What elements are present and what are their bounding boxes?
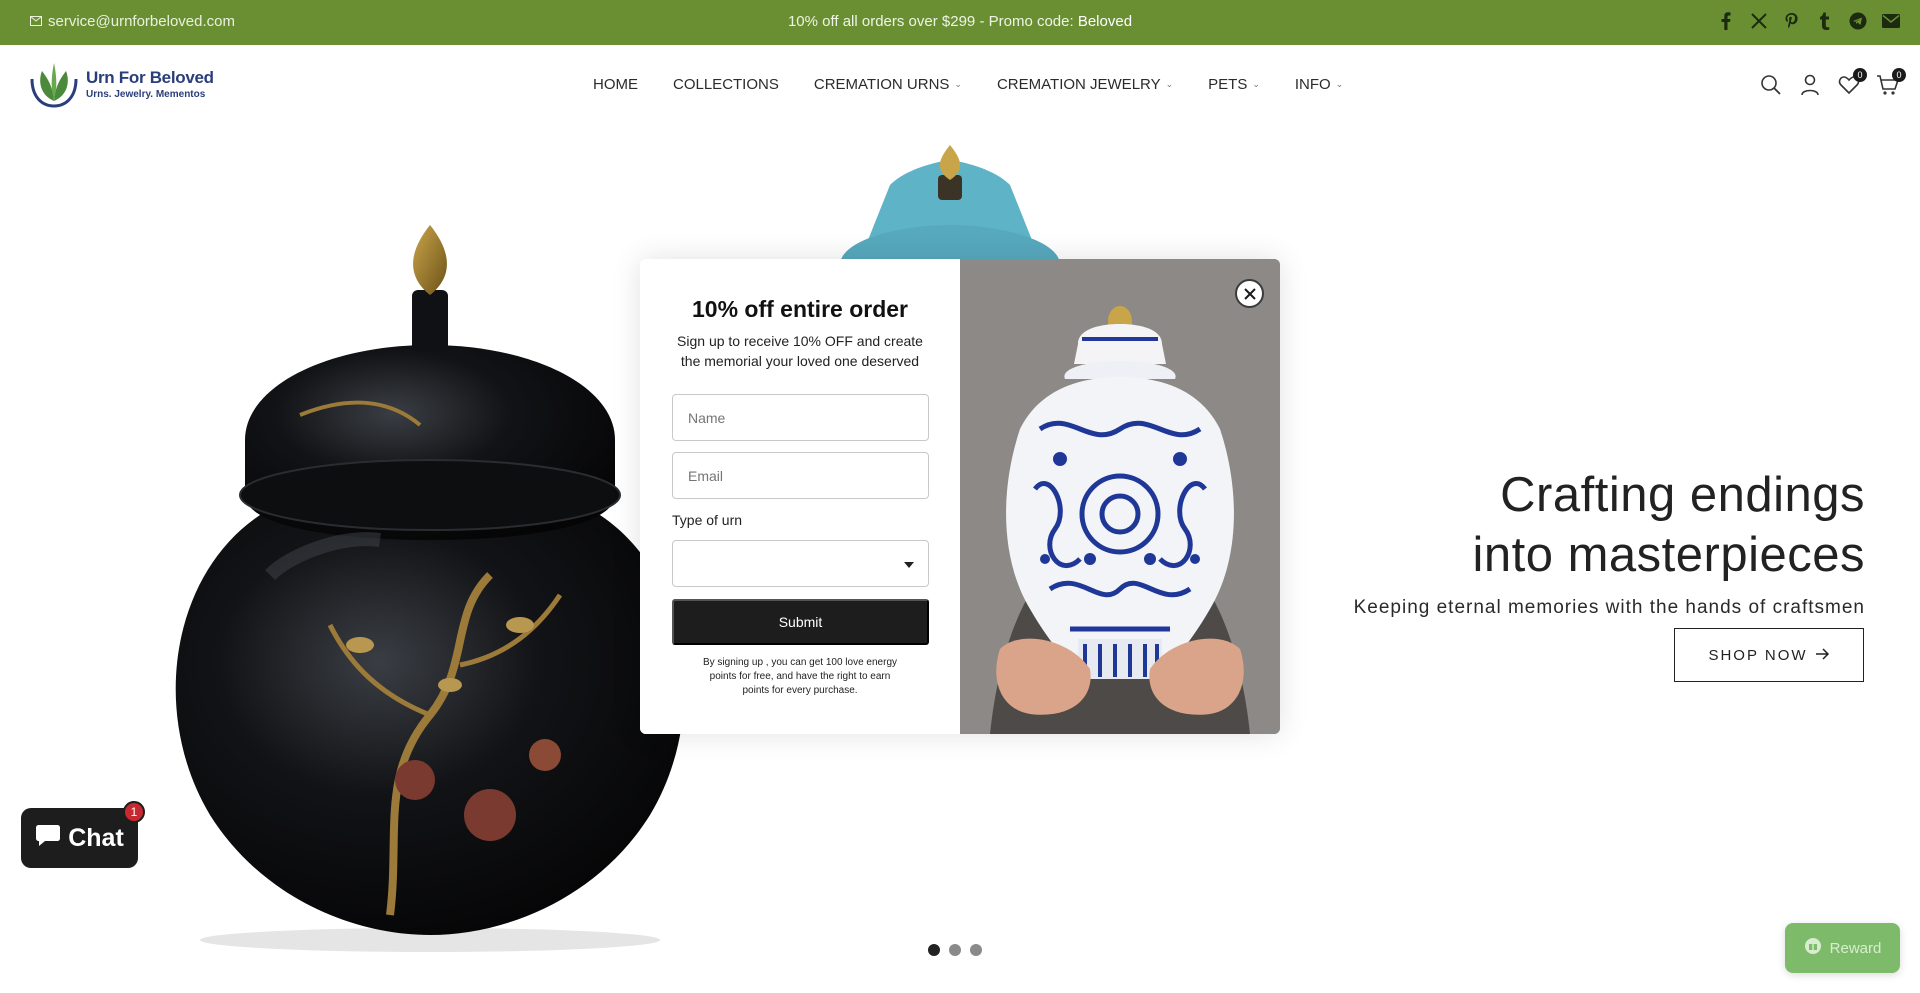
nav-label: CREMATION URNS bbox=[813, 76, 950, 93]
cart-icon[interactable]: 0 bbox=[1876, 68, 1906, 97]
nav-item-collections[interactable]: COLLECTIONS bbox=[673, 76, 779, 93]
nav-label: HOME bbox=[593, 76, 638, 93]
brand-tagline: Urns. Jewelry. Mementos bbox=[86, 89, 206, 100]
pinterest-icon[interactable] bbox=[1783, 12, 1801, 30]
main-nav: HOME COLLECTIONS CREMATION URNS ⌄ CREMATI… bbox=[593, 76, 1343, 93]
nav-item-pets[interactable]: PETS ⌄ bbox=[1208, 76, 1260, 93]
hero-headline-line2: into masterpieces bbox=[1472, 528, 1865, 582]
header-actions: 0 0 bbox=[1759, 68, 1906, 97]
wishlist-icon[interactable]: 0 bbox=[1837, 68, 1867, 97]
slide-dot-1[interactable] bbox=[928, 944, 940, 956]
nav-item-cremation-urns[interactable]: CREMATION URNS ⌄ bbox=[814, 76, 962, 93]
nav-label: PETS bbox=[1208, 76, 1248, 93]
wishlist-count-badge: 0 bbox=[1853, 68, 1867, 82]
slider-dots bbox=[928, 944, 982, 956]
cart-count-badge: 0 bbox=[1892, 68, 1906, 82]
modal-image bbox=[960, 259, 1280, 734]
close-icon bbox=[1243, 287, 1256, 300]
nav-label: COLLECTIONS bbox=[673, 76, 779, 93]
nav-item-cremation-jewelry[interactable]: CREMATION JEWELRY ⌄ bbox=[997, 76, 1173, 93]
close-modal-button[interactable] bbox=[1235, 279, 1264, 308]
dropdown-arrow-icon bbox=[904, 562, 914, 568]
blue-white-urn-photo bbox=[960, 259, 1280, 734]
promo-message: 10% off all orders over $299 - Promo cod… bbox=[0, 13, 1920, 30]
hero-subtext: Keeping eternal memories with the hands … bbox=[1353, 597, 1865, 618]
reward-button[interactable]: Reward bbox=[1785, 923, 1900, 973]
nav-item-home[interactable]: HOME bbox=[593, 76, 638, 93]
promo-text: 10% off all orders over $299 - Promo cod… bbox=[787, 13, 1078, 30]
hero-headline-line1: Crafting endings bbox=[1500, 468, 1865, 522]
hero-text-block: Crafting endings into masterpieces Keepi… bbox=[1354, 465, 1865, 619]
email-input[interactable] bbox=[672, 452, 929, 499]
reward-label: Reward bbox=[1829, 939, 1882, 957]
logo-leaf-icon bbox=[30, 63, 78, 108]
search-icon[interactable] bbox=[1759, 73, 1783, 97]
brand-name: Urn For Beloved bbox=[86, 68, 214, 87]
nav-label: CREMATION JEWELRY bbox=[996, 76, 1161, 93]
chevron-down-icon: ⌄ bbox=[1165, 79, 1174, 89]
urn-type-label: Type of urn bbox=[672, 512, 743, 528]
modal-subtitle: Sign up to receive 10% OFF and create th… bbox=[677, 333, 923, 369]
chevron-down-icon: ⌄ bbox=[1252, 79, 1260, 89]
modal-fine-print: By signing up , you can get 100 love ene… bbox=[702, 657, 898, 696]
gift-icon bbox=[1804, 937, 1822, 959]
slide-dot-3[interactable] bbox=[970, 944, 982, 956]
name-input[interactable] bbox=[672, 394, 929, 441]
chat-button[interactable]: Chat 1 bbox=[21, 801, 145, 868]
shop-now-label: SHOP NOW bbox=[1708, 646, 1808, 664]
nav-label: INFO bbox=[1294, 76, 1331, 93]
promo-code: Beloved bbox=[1077, 13, 1133, 30]
signup-modal: 10% off entire order Sign up to receive … bbox=[640, 259, 1280, 734]
urn-type-select[interactable] bbox=[672, 540, 929, 587]
black-urn-image bbox=[175, 225, 685, 952]
slide-dot-2[interactable] bbox=[949, 944, 961, 956]
modal-title: 10% off entire order bbox=[692, 296, 908, 322]
chat-notification-badge: 1 bbox=[123, 801, 145, 823]
telegram-icon[interactable] bbox=[1849, 12, 1867, 30]
mail-icon[interactable] bbox=[1882, 12, 1900, 30]
social-links bbox=[1717, 12, 1900, 30]
hero-headline: Crafting endings into masterpieces bbox=[1354, 465, 1865, 585]
account-icon[interactable] bbox=[1798, 73, 1822, 97]
site-logo[interactable]: Urn For Beloved Urns. Jewelry. Mementos bbox=[26, 59, 214, 109]
site-header: Urn For Beloved Urns. Jewelry. Mementos … bbox=[0, 45, 1920, 125]
shop-now-button[interactable]: SHOP NOW bbox=[1674, 628, 1864, 682]
facebook-icon[interactable] bbox=[1717, 12, 1735, 30]
signup-form: 10% off entire order Sign up to receive … bbox=[640, 259, 960, 734]
chat-label: Chat bbox=[68, 823, 124, 852]
tumblr-icon[interactable] bbox=[1816, 12, 1834, 30]
chevron-down-icon: ⌄ bbox=[954, 79, 962, 89]
chevron-down-icon: ⌄ bbox=[1335, 79, 1344, 89]
arrow-right-icon bbox=[1815, 647, 1830, 664]
nav-item-info[interactable]: INFO ⌄ bbox=[1295, 76, 1343, 93]
logo-text: Urn For Beloved Urns. Jewelry. Mementos bbox=[86, 68, 214, 100]
x-icon[interactable] bbox=[1750, 12, 1768, 30]
submit-button[interactable]: Submit bbox=[672, 599, 929, 645]
chat-bubble-icon bbox=[35, 823, 61, 854]
announcement-bar: service@urnforbeloved.com 10% off all or… bbox=[0, 0, 1920, 45]
